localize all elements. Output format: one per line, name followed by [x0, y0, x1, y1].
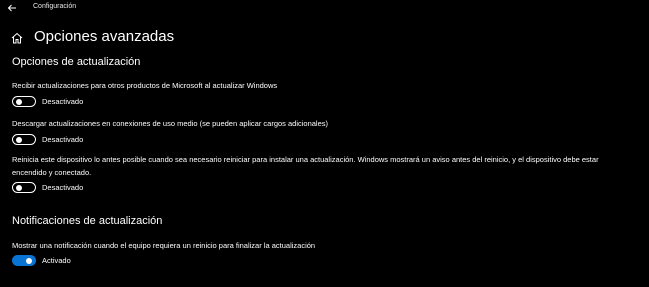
setting-description-other-products: Recibir actualizaciones para otros produ…	[12, 81, 278, 90]
toggle-state-label: Desactivado	[42, 135, 84, 144]
toggle-other-products[interactable]	[12, 96, 36, 107]
toggle-state-label: Activado	[42, 256, 71, 265]
description-line: encendido y conectado.	[12, 168, 92, 177]
toggle-state-label: Desactivado	[42, 97, 84, 106]
toggle-knob	[16, 98, 22, 105]
toggle-restart-notification[interactable]	[12, 255, 36, 266]
toggle-knob	[16, 184, 22, 191]
setting-description-metered-connections: Descargar actualizaciones en conexiones …	[12, 119, 329, 128]
toggle-knob	[16, 136, 22, 143]
toggle-metered-connections[interactable]	[12, 134, 36, 145]
description-line: Reinicia este dispositivo lo antes posib…	[12, 155, 599, 164]
home-icon[interactable]	[11, 32, 23, 44]
toggle-knob	[26, 257, 32, 264]
app-title: Configuración	[33, 3, 77, 10]
update-options-heading: Opciones de actualización	[12, 56, 141, 68]
title-bar: Configuración	[0, 0, 649, 18]
toggle-restart-asap[interactable]	[12, 182, 36, 193]
setting-description-restart-notification: Mostrar una notificación cuando el equip…	[12, 241, 316, 250]
setting-description-restart-asap: Reinicia este dispositivo lo antes posib…	[12, 153, 642, 179]
notifications-heading: Notificaciones de actualización	[12, 215, 163, 227]
page-title: Opciones avanzadas	[34, 28, 175, 45]
back-arrow-icon[interactable]	[7, 3, 17, 13]
toggle-state-label: Desactivado	[42, 183, 84, 192]
